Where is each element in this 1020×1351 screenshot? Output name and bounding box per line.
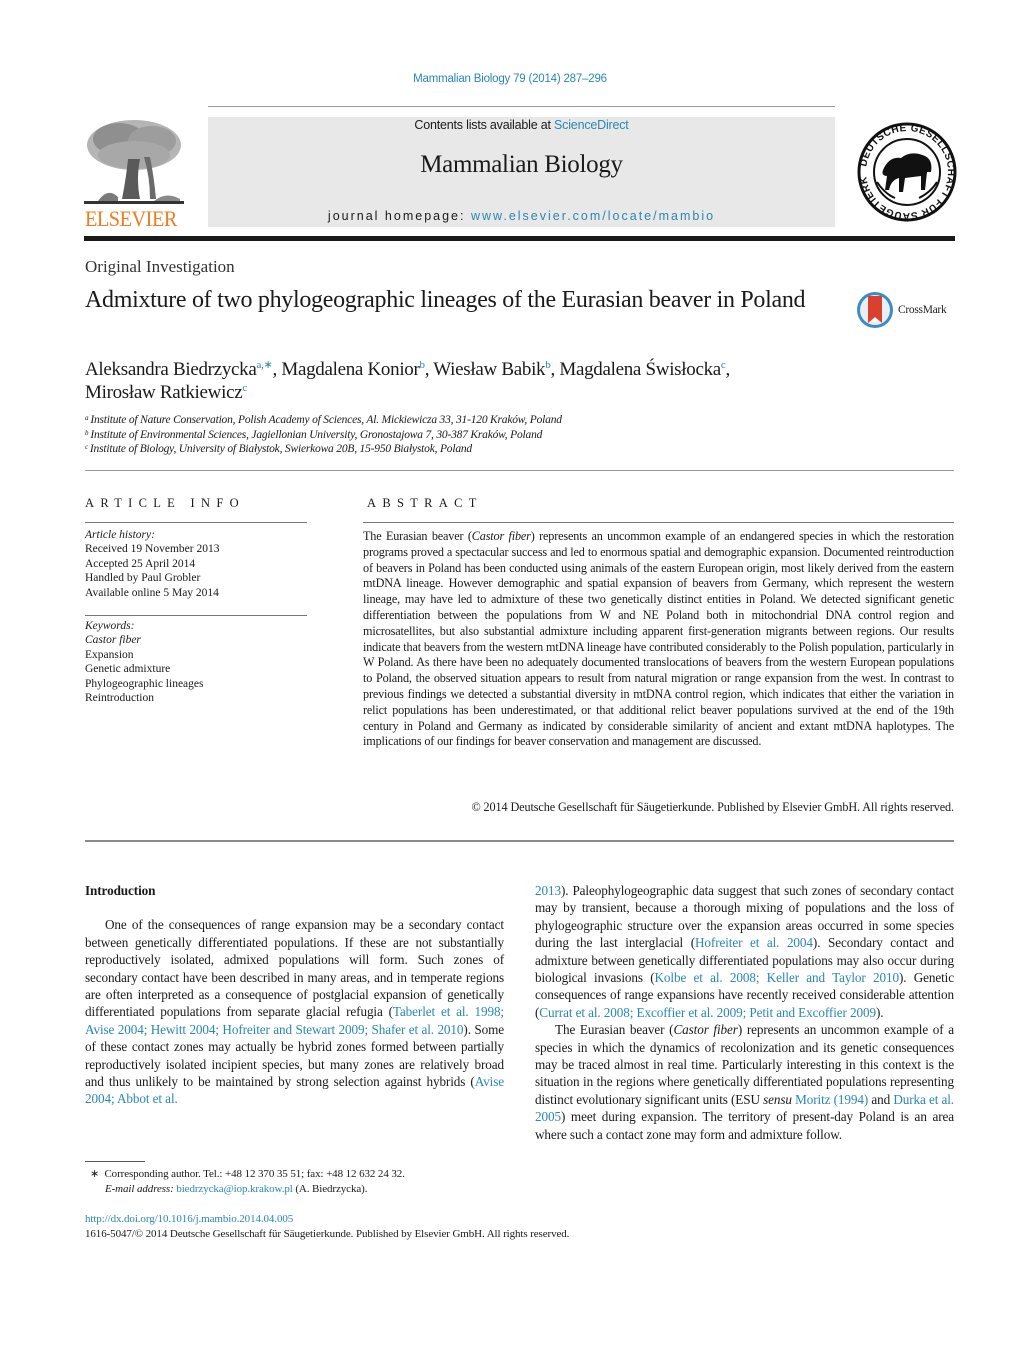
keyword-item: Genetic admixture	[85, 663, 171, 676]
crossmark-icon	[857, 292, 893, 328]
contents-prefix: Contents lists available at	[414, 118, 555, 132]
journal-reference[interactable]: Mammalian Biology 79 (2014) 287–296	[0, 73, 1020, 85]
citation-link[interactable]: Kolbe et al. 2008; Keller and Taylor 201…	[655, 970, 900, 985]
citation-link[interactable]: 2013	[535, 883, 561, 898]
author-name: Aleksandra Biedrzycka	[85, 359, 257, 380]
author-affiliation-link[interactable]: a,∗	[256, 359, 272, 371]
keyword-item: Castor fiber	[85, 634, 141, 647]
author-name: Magdalena Świsłocka	[559, 359, 721, 380]
abstract-divider	[363, 522, 954, 523]
keywords: Keywords: Castor fiber Expansion Genetic…	[85, 619, 203, 705]
header-thick-divider	[84, 236, 955, 241]
keywords-label: Keywords:	[85, 620, 135, 632]
italic-term: sensu	[763, 1091, 792, 1107]
journal-title[interactable]: Mammalian Biology	[208, 151, 835, 179]
affiliation-key: c	[85, 443, 88, 451]
sciencedirect-link[interactable]: ScienceDirect	[554, 118, 629, 132]
issn-copyright: 1616-5047/© 2014 Deutsche Gesellschaft f…	[85, 1227, 570, 1240]
author-affiliation-link[interactable]: c	[721, 359, 726, 371]
homepage-prefix: journal homepage:	[327, 209, 471, 223]
affiliation-text: Institute of Environmental Sciences, Jag…	[90, 428, 543, 441]
author-list: Aleksandra Biedrzyckaa,∗, Magdalena Koni…	[85, 359, 730, 403]
paragraph-text: The Eurasian beaver (	[555, 1022, 674, 1038]
abstract-copyright: © 2014 Deutsche Gesellschaft für Säugeti…	[471, 800, 954, 814]
masthead: Contents lists available at ScienceDirec…	[208, 117, 835, 227]
abstract-text: The Eurasian beaver (Castor fiber) repre…	[363, 529, 954, 750]
society-seal-logo: DEUTSCHE GESELLSCHAFT FÜR SÄUGETIERKUNDE…	[851, 112, 960, 225]
affiliation-text: Institute of Nature Conservation, Polish…	[90, 414, 562, 426]
history-item: Accepted 25 April 2014	[85, 557, 196, 570]
keywords-divider	[85, 615, 307, 616]
society-seal-icon: DEUTSCHE GESELLSCHAFT FÜR SÄUGETIERKUNDE…	[851, 112, 957, 223]
author-name: Magdalena Konior	[281, 359, 420, 380]
affiliation-key: b	[85, 428, 89, 437]
keyword-item: Reintroduction	[85, 692, 154, 705]
email-label: E-mail address:	[105, 1182, 174, 1195]
corresponding-author-note: ∗ Corresponding author. Tel.: +48 12 370…	[90, 1167, 405, 1182]
author-affiliation-link[interactable]: b	[420, 359, 426, 371]
affiliation-item: b Institute of Environmental Sciences, Ja…	[85, 428, 562, 443]
history-item: Received 19 November 2013	[85, 543, 220, 556]
crossmark-button[interactable]: CrossMark	[856, 290, 960, 330]
affiliation-key: a	[85, 414, 89, 422]
article-title: Admixture of two phylogeographic lineage…	[85, 287, 806, 313]
section-heading-introduction: Introduction	[85, 883, 156, 898]
history-item: Available online 5 May 2014	[85, 586, 219, 599]
history-item: Handled by Paul Grobler	[85, 572, 201, 585]
corresponding-author-text: Corresponding author. Tel.: +48 12 370 3…	[104, 1168, 405, 1180]
abstract-text-part: ) represents an uncommon example of an e…	[363, 529, 954, 749]
body-paragraph: The Eurasian beaver (Castor fiber) repre…	[535, 1021, 954, 1143]
doi-block: http://dx.doi.org/10.1016/j.mambio.2014.…	[85, 1212, 569, 1241]
body-paragraph-continued: 2013). Paleophylogeographic data suggest…	[535, 882, 954, 1021]
crossmark-label: CrossMark	[898, 304, 947, 316]
affiliations: a Institute of Nature Conservation, Polis…	[85, 413, 562, 457]
body-column-right: 2013). Paleophylogeographic data suggest…	[535, 882, 954, 1143]
body-paragraph: One of the consequences of range expansi…	[85, 916, 504, 1107]
footnote-divider	[85, 1161, 145, 1162]
article-info-heading: ARTICLE INFO	[85, 496, 245, 510]
email-link[interactable]: biedrzycka@iop.krakow.pl	[176, 1183, 292, 1195]
abstract-text-part: The Eurasian beaver (	[363, 529, 472, 543]
citation-link[interactable]: Moritz (1994)	[795, 1092, 868, 1107]
elsevier-wordmark: ELSEVIER	[85, 206, 177, 231]
paragraph-text: ).	[876, 1004, 884, 1020]
affiliation-item: c Institute of Biology, University of Bia…	[85, 442, 562, 457]
body-column-left: Introduction One of the consequences of …	[85, 882, 504, 1108]
citation-link[interactable]: Currat et al. 2008; Excoffier et al. 200…	[539, 1005, 876, 1020]
keyword-item: Phylogeographic lineages	[85, 677, 204, 690]
article-info-divider	[85, 522, 307, 523]
contents-line: Contents lists available at ScienceDirec…	[208, 118, 835, 132]
paragraph-text: ) meet during expansion. The territory o…	[535, 1109, 954, 1142]
affiliation-item: a Institute of Nature Conservation, Polis…	[85, 413, 562, 428]
author-name: Wiesław Babik	[433, 359, 546, 380]
header-divider	[208, 106, 835, 107]
elsevier-logo: ELSEVIER	[84, 117, 186, 231]
article-type: Original Investigation	[85, 257, 235, 276]
homepage-line: journal homepage: www.elsevier.com/locat…	[208, 209, 835, 223]
article-history: Article history: Received 19 November 20…	[85, 528, 219, 600]
author-name: Mirosław Ratkiewicz	[85, 382, 243, 403]
email-note: E-mail address: biedrzycka@iop.krakow.pl…	[90, 1182, 405, 1197]
footnotes: ∗ Corresponding author. Tel.: +48 12 370…	[90, 1167, 405, 1196]
article-history-label: Article history:	[85, 529, 155, 541]
species-name: Castor fiber	[673, 1022, 738, 1038]
elsevier-tree-icon	[84, 117, 184, 207]
doi-link[interactable]: http://dx.doi.org/10.1016/j.mambio.2014.…	[85, 1213, 293, 1225]
author-affiliation-link[interactable]: c	[242, 382, 247, 394]
species-name: Castor fiber	[471, 529, 531, 543]
citation-link[interactable]: Hofreiter et al. 2004	[695, 935, 813, 950]
section-divider	[85, 840, 954, 842]
author-affiliation-link[interactable]: b	[545, 359, 551, 371]
email-suffix: (A. Biedrzycka).	[292, 1182, 368, 1195]
abstract-heading: ABSTRACT	[367, 496, 483, 510]
affiliation-text: Institute of Biology, University of Biał…	[89, 443, 472, 455]
paragraph-text: and	[868, 1091, 894, 1107]
homepage-link[interactable]: www.elsevier.com/locate/mambio	[471, 209, 715, 223]
footnote-marker: ∗	[90, 1168, 100, 1180]
keyword-item: Expansion	[85, 648, 134, 661]
section-divider	[85, 470, 954, 471]
